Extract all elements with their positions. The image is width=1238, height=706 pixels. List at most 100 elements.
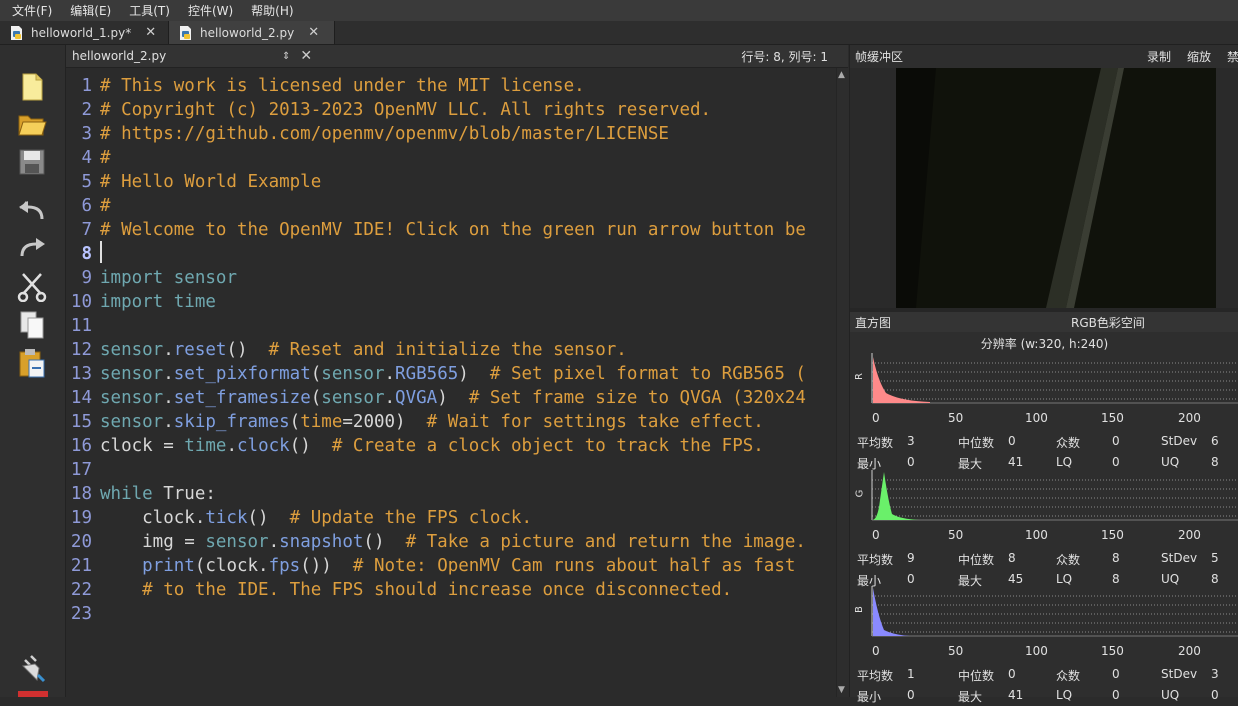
code-line[interactable]: 19 clock.tick() # Update the FPS clock. <box>66 506 532 530</box>
code-line[interactable]: 11 <box>66 314 100 338</box>
code-token: sensor <box>100 388 164 408</box>
code-line[interactable]: 8 <box>66 242 100 266</box>
code-token: clock. <box>100 508 206 528</box>
scroll-up-icon[interactable]: ▲ <box>838 70 845 80</box>
code-text: import time <box>100 290 216 314</box>
code-line[interactable]: 22 # to the IDE. The FPS should increase… <box>66 578 732 602</box>
menu-file[interactable]: 文件(F) <box>0 2 58 19</box>
line-number: 20 <box>70 532 92 552</box>
histogram-tick-label: 100 <box>1025 411 1048 425</box>
code-token: time <box>300 412 343 432</box>
histogram-tick-label: 150 <box>1101 411 1124 425</box>
close-icon[interactable]: ✕ <box>308 25 319 40</box>
record-button[interactable]: 录制 <box>1147 48 1171 65</box>
line-number: 22 <box>70 580 92 600</box>
code-token: () <box>247 508 290 528</box>
stat-label: UQ <box>1161 455 1180 469</box>
code-line[interactable]: 16 clock = time.clock() # Create a clock … <box>66 434 764 458</box>
stat-value: 1 <box>907 667 915 681</box>
undo-button[interactable] <box>16 195 48 227</box>
redo-button[interactable] <box>16 232 48 264</box>
code-token: QVGA <box>395 388 438 408</box>
new-file-button[interactable] <box>16 71 48 103</box>
code-line[interactable]: 23 <box>66 602 100 626</box>
disable-button[interactable]: 禁 <box>1227 48 1238 65</box>
stats-row: 平均数 3 中位数 0 众数 0 StDev 6 <box>850 434 1238 452</box>
histogram-tick-label: 200 <box>1178 411 1201 425</box>
cut-button[interactable] <box>16 271 48 303</box>
python-file-icon <box>11 25 22 40</box>
scroll-down-icon[interactable]: ▼ <box>838 685 845 695</box>
code-line[interactable]: 17 <box>66 458 100 482</box>
zoom-button[interactable]: 缩放 <box>1187 48 1211 65</box>
code-line[interactable]: 15 sensor.skip_frames(time=2000) # Wait f… <box>66 410 764 434</box>
menu-help[interactable]: 帮助(H) <box>239 2 299 19</box>
tab-helloworld-1[interactable]: helloworld_1.py* ✕ <box>0 21 169 44</box>
code-token: import <box>100 268 164 288</box>
colorspace-selector[interactable]: RGB色彩空间 <box>1071 314 1145 331</box>
stat-value: 0 <box>907 455 915 469</box>
code-token: # https://github.com/openmv/openmv/blob/… <box>100 124 669 144</box>
editor-file-selector[interactable]: helloworld_2.py <box>66 49 282 63</box>
tab-label: helloworld_1.py* <box>31 25 132 40</box>
close-editor-icon[interactable]: ✕ <box>300 48 312 64</box>
stat-value: 0 <box>1112 434 1120 448</box>
stats-row: 平均数 1 中位数 0 众数 0 StDev 3 <box>850 667 1238 685</box>
code-token: RGB565 <box>395 364 459 384</box>
tab-helloworld-2[interactable]: helloworld_2.py ✕ <box>169 21 335 44</box>
open-file-button[interactable] <box>16 108 48 140</box>
camera-frame[interactable] <box>896 68 1216 308</box>
close-icon[interactable]: ✕ <box>145 25 156 40</box>
document-tabs: helloworld_1.py* ✕ helloworld_2.py ✕ <box>0 21 1238 45</box>
stat-label: StDev <box>1161 434 1198 448</box>
code-line[interactable]: 6 # <box>66 194 110 218</box>
code-line[interactable]: 18 while True: <box>66 482 216 506</box>
stat-label: UQ <box>1161 572 1180 586</box>
stat-label: StDev <box>1161 551 1198 565</box>
line-number: 8 <box>81 244 92 264</box>
stat-label: UQ <box>1161 688 1180 702</box>
save-icon <box>19 149 45 175</box>
code-line[interactable]: 2 # Copyright (c) 2013-2023 OpenMV LLC. A… <box>66 98 711 122</box>
code-text: sensor.reset() # Reset and initialize th… <box>100 338 627 362</box>
stat-value: 0 <box>907 572 915 586</box>
histogram-tick-label: 100 <box>1025 644 1048 658</box>
menu-tools[interactable]: 工具(T) <box>117 2 176 19</box>
save-button[interactable] <box>16 146 48 178</box>
histogram-tick-label: 0 <box>872 411 880 425</box>
code-line[interactable]: 14 sensor.set_framesize(sensor.QVGA) # Se… <box>66 386 806 410</box>
code-line[interactable]: 4 # <box>66 146 110 170</box>
code-line[interactable]: 10 import time <box>66 290 216 314</box>
code-line[interactable]: 7 # Welcome to the OpenMV IDE! Click on t… <box>66 218 806 242</box>
stat-value: 8 <box>1008 551 1016 565</box>
code-token: # Create a clock object to track the FPS… <box>331 436 764 456</box>
file-selector-arrows-icon[interactable]: ⇕ <box>282 51 290 62</box>
code-token: clock <box>237 436 290 456</box>
stat-label: LQ <box>1056 572 1073 586</box>
code-line[interactable]: 1 # This work is licensed under the MIT l… <box>66 74 584 98</box>
menu-edit[interactable]: 编辑(E) <box>58 2 117 19</box>
code-token: # Update the FPS clock. <box>289 508 532 528</box>
run-button-edge[interactable] <box>18 691 48 697</box>
code-text: # Welcome to the OpenMV IDE! Click on th… <box>100 218 806 242</box>
stat-label: LQ <box>1056 455 1073 469</box>
histogram-tick-label: 50 <box>948 644 964 658</box>
code-line[interactable]: 5 # Hello World Example <box>66 170 321 194</box>
code-line[interactable]: 9 import sensor <box>66 266 237 290</box>
code-token: reset <box>173 340 227 360</box>
stat-label: 平均数 <box>857 436 894 450</box>
connect-button[interactable] <box>16 653 48 685</box>
code-line[interactable]: 20 img = sensor.snapshot() # Take a pict… <box>66 530 806 554</box>
code-line[interactable]: 12 sensor.reset() # Reset and initialize … <box>66 338 627 362</box>
menu-widgets[interactable]: 控件(W) <box>176 2 239 19</box>
code-line[interactable]: 3 # https://github.com/openmv/openmv/blob… <box>66 122 669 146</box>
code-line[interactable]: 21 print(clock.fps()) # Note: OpenMV Cam… <box>66 554 796 578</box>
stat-label: 众数 <box>1056 669 1081 683</box>
editor-scrollbar[interactable]: ▲ ▼ <box>836 68 849 697</box>
code-token: sensor <box>321 364 385 384</box>
paste-button[interactable] <box>16 347 48 379</box>
code-text: clock.tick() # Update the FPS clock. <box>100 506 532 530</box>
code-editor[interactable]: 1 # This work is licensed under the MIT l… <box>66 68 836 697</box>
code-line[interactable]: 13 sensor.set_pixformat(sensor.RGB565) # … <box>66 362 806 386</box>
copy-button[interactable] <box>16 309 48 341</box>
